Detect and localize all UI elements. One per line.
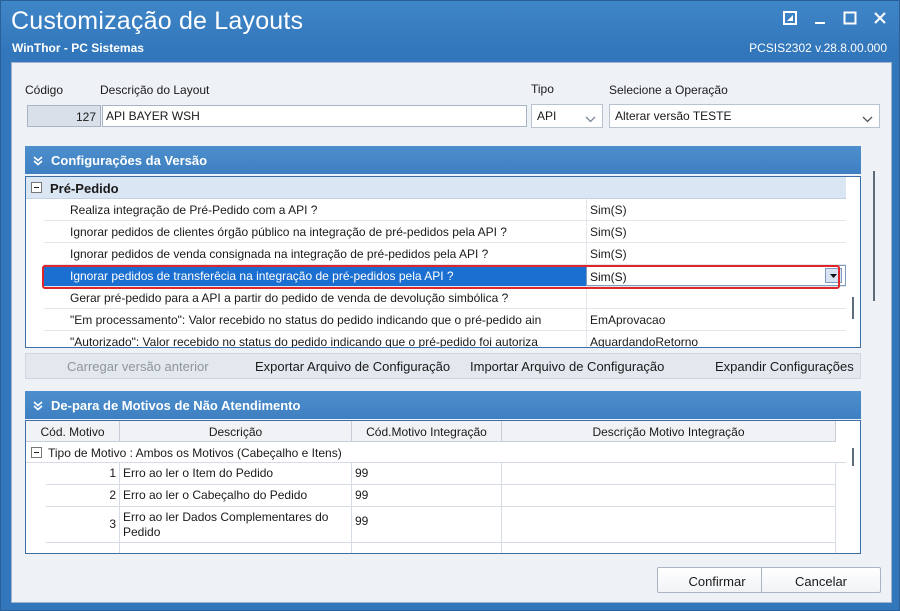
config-panel-title: Configurações da Versão bbox=[51, 153, 208, 168]
cell-cod-motivo[interactable]: 1 bbox=[46, 463, 120, 485]
exportar-config-button[interactable]: Exportar Arquivo de Configuração bbox=[255, 359, 450, 374]
config-row[interactable]: "Em processamento": Valor recebido no st… bbox=[44, 309, 846, 331]
form-client-area: Código Descrição do Layout Tipo Selecion… bbox=[11, 62, 892, 603]
cell-partial[interactable] bbox=[120, 543, 352, 553]
codigo-field[interactable]: 127 bbox=[27, 105, 101, 127]
grid-scrollbar[interactable] bbox=[846, 442, 860, 553]
config-key: Ignorar pedidos de clientes órgão públic… bbox=[70, 225, 507, 239]
config-key: Ignorar pedidos de venda consignada na i… bbox=[70, 247, 489, 261]
cell-partial[interactable] bbox=[46, 543, 120, 553]
config-toolbar: Carregar versão anterior Exportar Arquiv… bbox=[25, 353, 861, 379]
cell-cod-integracao[interactable]: 99 bbox=[352, 507, 502, 543]
window-subtitle: WinThor - PC Sistemas bbox=[12, 41, 144, 55]
grid-group-row[interactable]: Tipo de Motivo : Ambos os Motivos (Cabeç… bbox=[26, 442, 846, 463]
config-row[interactable]: Realiza integração de Pré-Pedido com a A… bbox=[44, 199, 846, 221]
cell-cod-integracao[interactable]: 99 bbox=[352, 463, 502, 485]
tipo-label: Tipo bbox=[531, 82, 554, 96]
expandir-config-button[interactable]: Expandir Configurações bbox=[715, 359, 854, 374]
tipo-select[interactable]: API bbox=[531, 104, 603, 128]
column-header[interactable]: Descrição Motivo Integração bbox=[502, 421, 836, 442]
cell-descricao[interactable]: Erro ao ler o Cabeçalho do Pedido bbox=[120, 485, 352, 507]
config-row[interactable]: "Autorizado": Valor recebido no status d… bbox=[44, 331, 846, 348]
motivos-panel-title: De-para de Motivos de Não Atendimento bbox=[51, 398, 301, 413]
config-row[interactable]: Ignorar pedidos de clientes órgão públic… bbox=[44, 221, 846, 243]
config-value[interactable] bbox=[586, 287, 846, 308]
outer-scrollbar[interactable] bbox=[867, 163, 881, 305]
restore-edit-icon[interactable] bbox=[779, 7, 801, 29]
scrollbar-thumb[interactable] bbox=[873, 171, 875, 301]
close-icon[interactable] bbox=[869, 7, 891, 29]
config-value[interactable]: Sim(S) bbox=[586, 243, 846, 264]
collapse-minus-icon[interactable] bbox=[31, 447, 42, 458]
config-row[interactable]: Gerar pré-pedido para a API a partir do … bbox=[44, 287, 846, 309]
highlight-annotation bbox=[42, 265, 840, 289]
operacao-select[interactable]: Alterar versão TESTE bbox=[609, 104, 880, 128]
minimize-icon[interactable] bbox=[809, 7, 831, 29]
collapse-chevron-icon[interactable] bbox=[33, 154, 43, 169]
collapse-minus-icon[interactable] bbox=[31, 182, 42, 193]
version-label: PCSIS2302 v.28.8.00.000 bbox=[749, 41, 887, 55]
descricao-field[interactable]: API BAYER WSH bbox=[102, 105, 527, 127]
cell-partial[interactable] bbox=[352, 543, 502, 553]
motivos-panel-header[interactable]: De-para de Motivos de Não Atendimento bbox=[25, 391, 861, 419]
title-bar[interactable]: Customização de Layouts WinThor - PC Sis… bbox=[1, 1, 899, 63]
motivos-grid[interactable]: Cód. Motivo Descrição Cód.Motivo Integra… bbox=[25, 420, 861, 554]
chevron-down-icon bbox=[585, 112, 596, 126]
column-header[interactable]: Descrição bbox=[120, 421, 352, 442]
group-label: Pré-Pedido bbox=[50, 181, 119, 196]
tipo-select-value: API bbox=[537, 109, 557, 123]
scrollbar-thumb[interactable] bbox=[852, 297, 854, 319]
codigo-label: Código bbox=[25, 83, 64, 97]
column-header[interactable]: Cód. Motivo bbox=[26, 421, 120, 442]
config-scrollbar[interactable] bbox=[846, 177, 860, 347]
group-pre-pedido[interactable]: Pré-Pedido bbox=[26, 177, 846, 199]
cell-cod-motivo[interactable]: 2 bbox=[46, 485, 120, 507]
config-key: "Em processamento": Valor recebido no st… bbox=[70, 313, 542, 327]
window-title: Customização de Layouts bbox=[11, 7, 304, 35]
config-value[interactable]: AguardandoRetorno bbox=[586, 331, 846, 347]
window-controls bbox=[779, 7, 891, 29]
scrollbar-thumb[interactable] bbox=[852, 448, 854, 466]
grid-group-label: Tipo de Motivo : Ambos os Motivos (Cabeç… bbox=[48, 446, 342, 460]
app-window: Customização de Layouts WinThor - PC Sis… bbox=[0, 0, 900, 611]
cell-partial[interactable] bbox=[502, 543, 836, 553]
cell-desc-integracao[interactable] bbox=[502, 485, 836, 507]
config-row[interactable]: Ignorar pedidos de venda consignada na i… bbox=[44, 243, 846, 265]
config-key: Realiza integração de Pré-Pedido com a A… bbox=[70, 203, 318, 217]
cell-desc-integracao[interactable] bbox=[502, 507, 836, 543]
descricao-label: Descrição do Layout bbox=[100, 83, 210, 97]
column-header[interactable]: Cód.Motivo Integração bbox=[352, 421, 502, 442]
config-value[interactable]: Sim(S) bbox=[586, 199, 846, 220]
cell-cod-motivo[interactable]: 3 bbox=[46, 507, 120, 543]
cell-desc-integracao[interactable] bbox=[502, 463, 836, 485]
config-value[interactable]: EmAprovacao bbox=[586, 309, 846, 330]
cancelar-button[interactable]: Cancelar bbox=[761, 567, 881, 593]
confirmar-button[interactable]: Confirmar bbox=[657, 567, 777, 593]
cell-descricao[interactable]: Erro ao ler o Item do Pedido bbox=[120, 463, 352, 485]
cell-cod-integracao[interactable]: 99 bbox=[352, 485, 502, 507]
operacao-label: Selecione a Operação bbox=[609, 83, 728, 97]
maximize-icon[interactable] bbox=[839, 7, 861, 29]
operacao-select-value: Alterar versão TESTE bbox=[615, 109, 732, 123]
config-value[interactable]: Sim(S) bbox=[586, 221, 846, 242]
importar-config-button[interactable]: Importar Arquivo de Configuração bbox=[470, 359, 664, 374]
config-key: "Autorizado": Valor recebido no status d… bbox=[70, 335, 538, 348]
config-panel-header[interactable]: Configurações da Versão bbox=[25, 146, 861, 174]
config-tree[interactable]: Pré-Pedido Realiza integração de Pré-Ped… bbox=[25, 176, 861, 348]
carregar-versao-button[interactable]: Carregar versão anterior bbox=[67, 359, 209, 374]
chevron-down-icon bbox=[862, 112, 873, 126]
cell-descricao[interactable]: Erro ao ler Dados Complementares do Pedi… bbox=[120, 507, 352, 543]
collapse-chevron-icon[interactable] bbox=[33, 399, 43, 414]
config-key: Gerar pré-pedido para a API a partir do … bbox=[70, 291, 509, 305]
